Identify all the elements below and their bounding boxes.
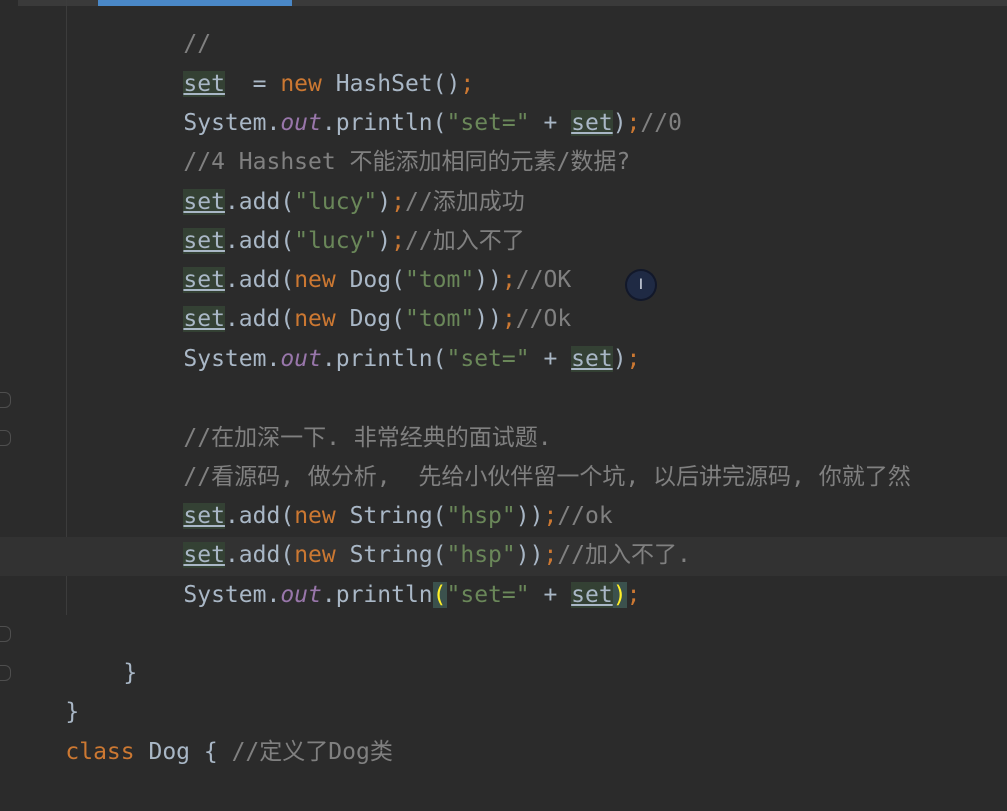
code-line[interactable]: class Dog { //定义了Dog类 <box>10 694 392 765</box>
semicolon: ; <box>626 346 641 372</box>
code-line[interactable]: //在加深一下. 非常经典的面试题. <box>128 380 551 451</box>
code-comment: //定义了Dog类 <box>231 739 393 765</box>
code-token: System. <box>183 582 281 608</box>
keyword-class: class <box>65 739 135 765</box>
code-line[interactable]: } <box>68 615 137 686</box>
variable-set[interactable]: set <box>571 582 613 608</box>
class-name: Dog { <box>134 739 232 765</box>
code-token: + <box>529 346 572 372</box>
code-token: + <box>529 582 572 608</box>
code-line[interactable]: set.add("lucy");//添加成功 <box>128 144 525 215</box>
code-line[interactable]: set = new HashSet(); <box>128 26 474 97</box>
code-line[interactable]: set.add(new String("hsp"));//加入不了. <box>128 497 691 568</box>
field-out: out <box>280 346 322 372</box>
code-token: .println( <box>321 346 447 372</box>
fold-marker-icon[interactable] <box>0 392 11 408</box>
code-comment: //0 <box>640 110 682 136</box>
code-token: System. <box>183 346 281 372</box>
code-token: .println <box>321 582 433 608</box>
field-out: out <box>280 582 322 608</box>
code-token: ) <box>612 346 627 372</box>
code-line[interactable]: //看源码, 做分析, 先给小伙伴留一个坑, 以后讲完源码, 你就了然 <box>128 419 910 490</box>
variable-set[interactable]: set <box>571 346 613 372</box>
closing-brace: } <box>123 660 138 686</box>
code-line[interactable]: // <box>128 0 211 57</box>
text-cursor-icon: I <box>638 277 644 293</box>
code-line[interactable]: System.out.println("set=" + set); <box>128 301 640 372</box>
code-line[interactable]: set.add(new Dog("tom"));//OK <box>128 222 571 293</box>
code-editor[interactable]: // set = new HashSet(); System.out.print… <box>0 0 1007 765</box>
code-line[interactable]: set.add("lucy");//加入不了 <box>128 183 525 254</box>
semicolon: ; <box>626 582 641 608</box>
editor-gutter[interactable] <box>0 0 18 736</box>
code-line[interactable]: set.add(new Dog("tom"));//Ok <box>128 261 571 332</box>
code-line[interactable]: } <box>10 654 79 725</box>
matched-paren-open: ( <box>432 582 447 608</box>
matched-paren-close: ) <box>612 582 627 608</box>
code-line-current[interactable]: System.out.println("set=" + set); <box>128 537 640 608</box>
fold-marker-icon[interactable] <box>0 430 11 446</box>
code-line[interactable]: //4 Hashset 不能添加相同的元素/数据? <box>128 104 630 175</box>
code-line[interactable]: set.add(new String("hsp"));//ok <box>128 458 613 529</box>
string-literal: "set=" <box>446 346 530 372</box>
string-literal: "set=" <box>446 582 530 608</box>
code-line[interactable]: System.out.println("set=" + set);//0 <box>128 65 682 136</box>
fold-marker-icon[interactable] <box>0 626 11 642</box>
indent-guide <box>66 0 67 615</box>
